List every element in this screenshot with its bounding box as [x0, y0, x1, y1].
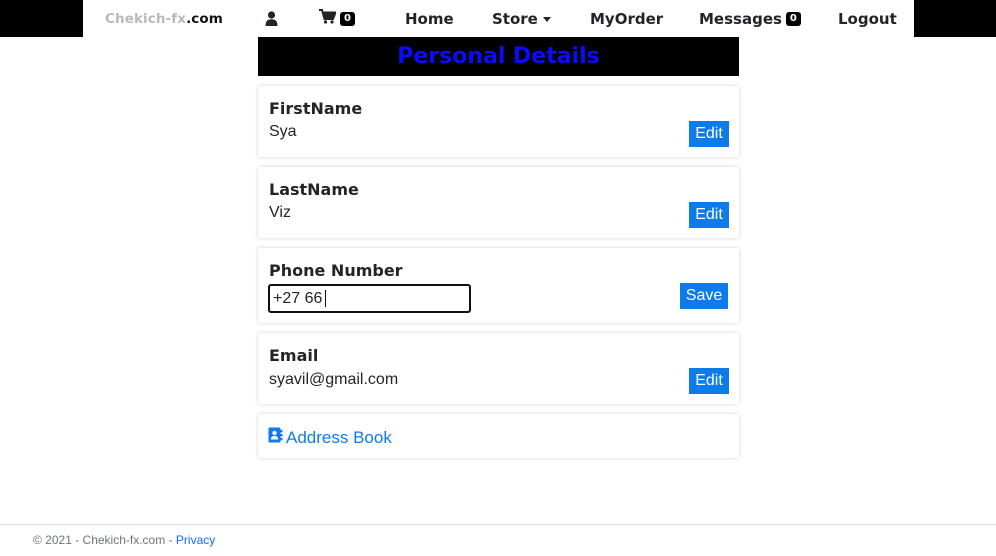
address-book-label: Address Book: [286, 427, 392, 447]
brand-name: Chekich-fx: [105, 10, 187, 27]
save-phone-button[interactable]: Save: [680, 283, 728, 309]
phone-label: Phone Number: [269, 261, 403, 280]
privacy-link[interactable]: Privacy: [176, 533, 215, 547]
nav-logout[interactable]: Logout: [838, 0, 897, 37]
footer-text: © 2021 - Chekich-fx.com - Privacy: [33, 533, 215, 547]
nav-store-dropdown[interactable]: Store: [492, 0, 551, 37]
messages-count-badge: 0: [785, 11, 801, 26]
brand-link[interactable]: Chekich-fx .com: [105, 0, 223, 37]
cart-icon: [319, 9, 337, 28]
address-book-icon: [268, 427, 286, 448]
address-book-link[interactable]: Address Book: [268, 427, 392, 448]
email-value: syavil@gmail.com: [269, 371, 399, 388]
cart-link[interactable]: 0: [319, 0, 355, 37]
top-navbar: Chekich-fx .com 0 Home Store MyOrder Mes…: [0, 0, 996, 37]
first-name-card: FirstName Sya Edit: [258, 86, 739, 157]
last-name-value: Viz: [269, 204, 291, 221]
footer: © 2021 - Chekich-fx.com - Privacy: [0, 524, 996, 556]
nav-myorder[interactable]: MyOrder: [590, 0, 663, 37]
email-label: Email: [269, 346, 319, 365]
nav-store-label: Store: [492, 9, 538, 28]
nav-messages-label: Messages: [699, 9, 782, 28]
nav-messages[interactable]: Messages 0: [699, 0, 801, 37]
nav-home[interactable]: Home: [405, 0, 454, 37]
copyright-text: © 2021 - Chekich-fx.com -: [33, 533, 173, 547]
last-name-card: LastName Viz Edit: [258, 167, 739, 238]
cart-count-badge: 0: [340, 11, 355, 26]
first-name-value: Sya: [269, 123, 297, 140]
edit-first-name-button[interactable]: Edit: [689, 121, 729, 147]
phone-card: Phone Number +27 66 Save: [258, 248, 739, 323]
address-book-card: Address Book: [258, 414, 739, 458]
email-card: Email syavil@gmail.com Edit: [258, 333, 739, 404]
phone-input[interactable]: +27 66: [268, 284, 471, 313]
edit-email-button[interactable]: Edit: [689, 368, 729, 394]
brand-domain: .com: [186, 10, 223, 27]
last-name-label: LastName: [269, 180, 359, 199]
page-title: Personal Details: [397, 44, 600, 69]
first-name-label: FirstName: [269, 99, 363, 118]
user-icon[interactable]: [265, 0, 278, 37]
edit-last-name-button[interactable]: Edit: [689, 202, 729, 228]
personal-details-header: Personal Details: [258, 37, 739, 76]
text-cursor: [325, 290, 327, 307]
caret-down-icon: [542, 17, 551, 22]
phone-input-value: +27 66: [273, 289, 323, 307]
navbar-content: Chekich-fx .com 0 Home Store MyOrder Mes…: [83, 0, 914, 37]
